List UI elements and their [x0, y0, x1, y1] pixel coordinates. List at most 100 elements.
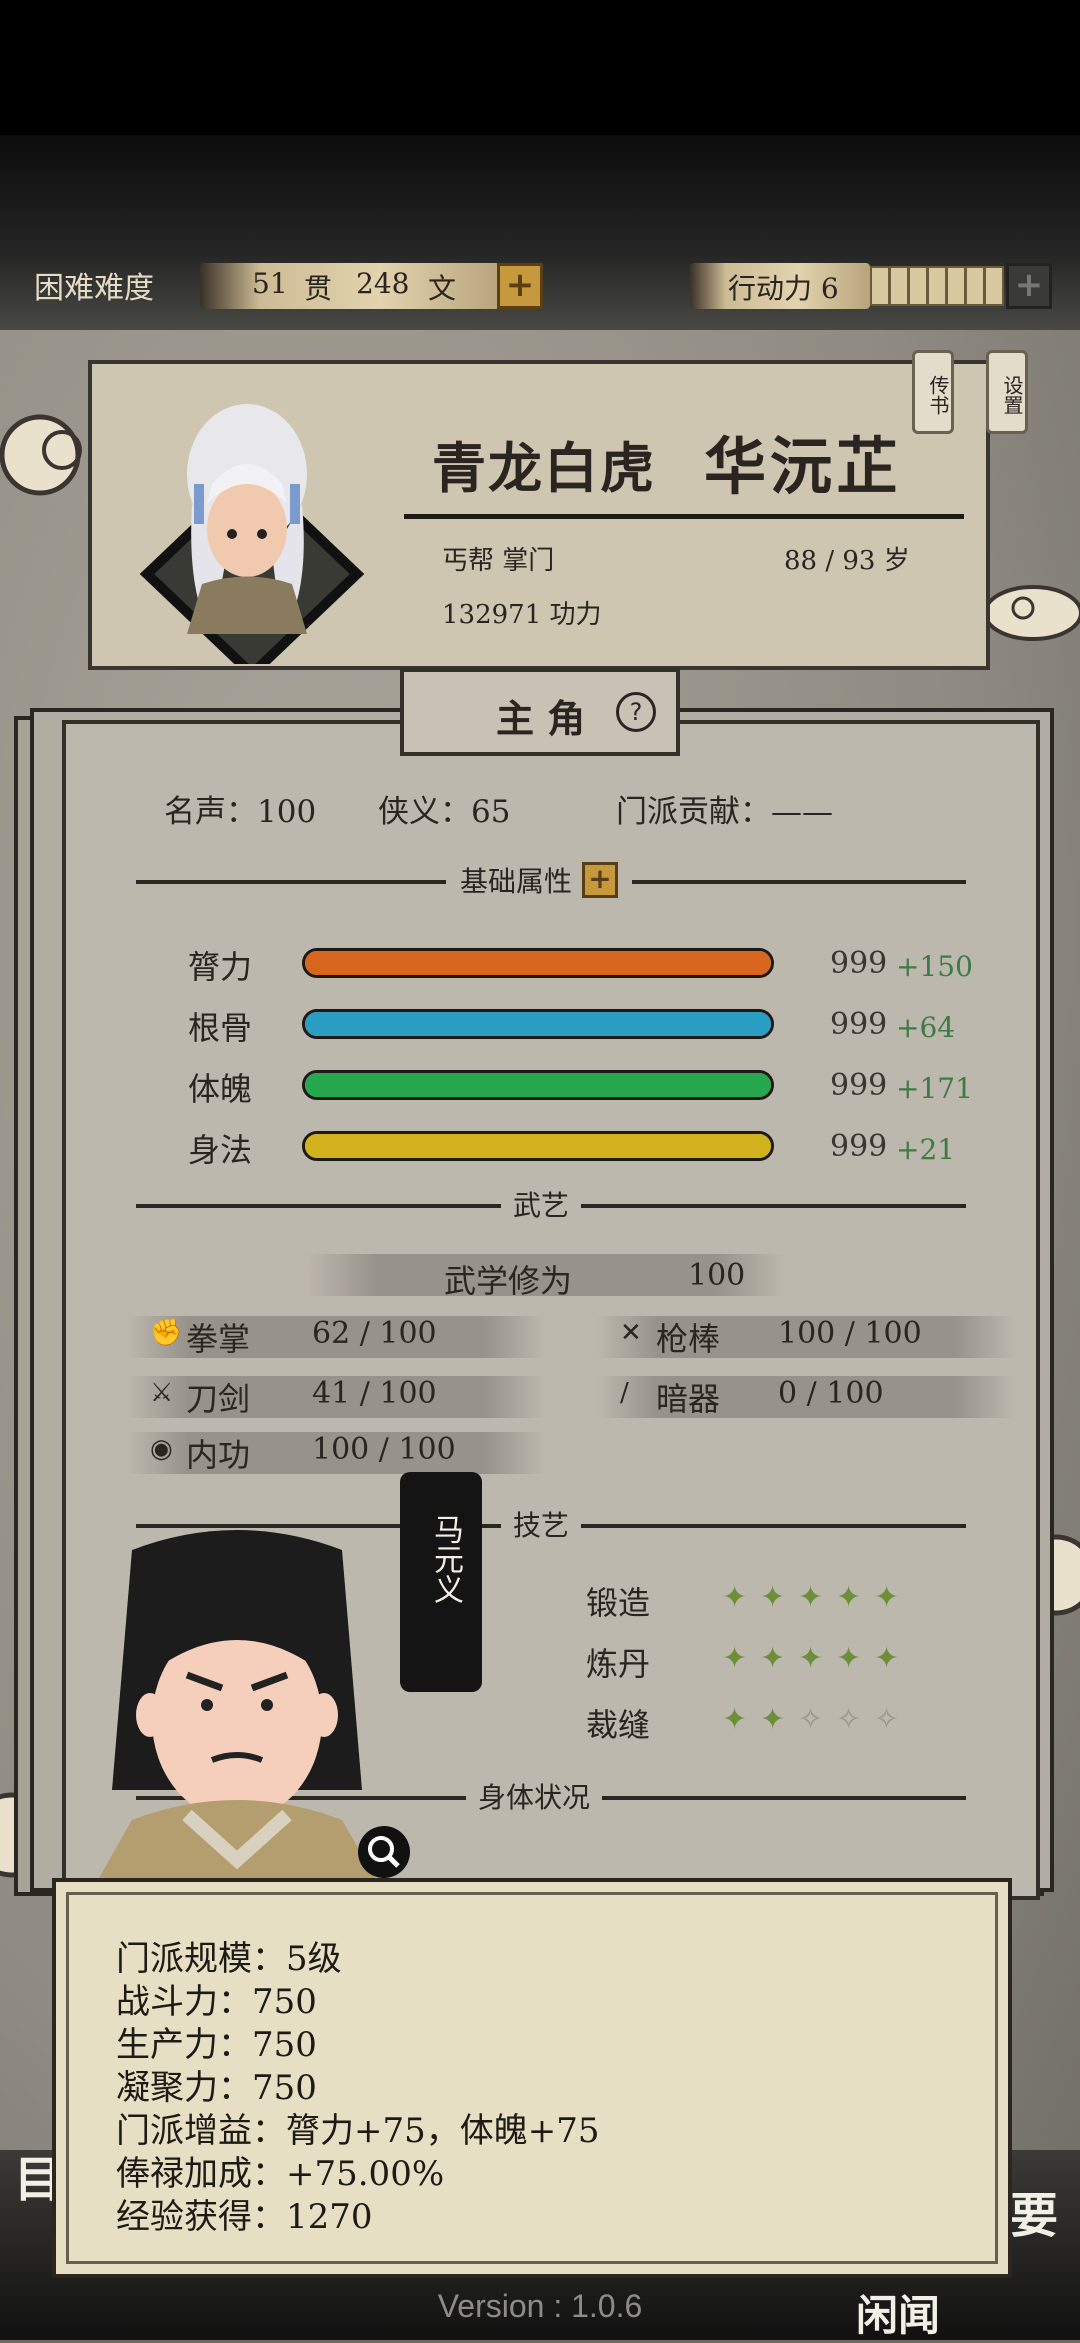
- martial-skill-value: 100 / 100: [778, 1316, 922, 1351]
- craft-label: 炼丹: [586, 1645, 651, 1683]
- sect-info-list: 门派规模：5级 战斗力：750 生产力：750 凝聚力：750 门派增益：膂力+…: [116, 1938, 600, 2239]
- attribute-bar-fill: [305, 1012, 771, 1036]
- action-point-segment: [965, 266, 985, 306]
- action-point-segment: [908, 266, 928, 306]
- crafts-title: 技艺: [501, 1504, 582, 1544]
- character-name: 华沅芷: [704, 430, 903, 503]
- attribute-label: 体魄: [188, 1070, 253, 1108]
- martial-skill-value: 0 / 100: [778, 1376, 884, 1411]
- npc-name-banner: 马元义: [400, 1472, 482, 1692]
- bottom-right-menu[interactable]: 要: [1010, 2176, 1058, 2246]
- attribute-bar: [302, 1131, 774, 1161]
- character-portrait[interactable]: [132, 384, 372, 664]
- craft-level-icon: ✧: [798, 1702, 824, 1737]
- attribute-value: 999: [830, 1007, 888, 1042]
- craft-level-icon: ✦: [836, 1641, 862, 1676]
- add-money-button[interactable]: +: [497, 263, 543, 309]
- martial-skill-row[interactable]: ✕ 枪棒 100 / 100: [596, 1314, 1016, 1360]
- chivalry-stat: 侠义：65: [378, 794, 511, 830]
- attribute-bonus: +21: [896, 1133, 956, 1166]
- martial-skill-row[interactable]: ∕ 暗器 0 / 100: [596, 1374, 1016, 1420]
- sect-role: 丐帮 掌门: [442, 546, 555, 576]
- sect-exp: 经验获得：1270: [116, 2197, 373, 2237]
- craft-level-icon: ✦: [798, 1580, 824, 1615]
- attribute-bonus: +150: [896, 950, 973, 983]
- cultivation-value: 100: [688, 1258, 746, 1293]
- add-action-points-button[interactable]: +: [1006, 263, 1052, 309]
- attribute-value: 999: [830, 946, 888, 981]
- craft-label: 裁缝: [586, 1706, 651, 1744]
- sect-combat: 战斗力：750: [116, 1982, 317, 2022]
- martial-skill-label: 枪棒: [656, 1320, 721, 1358]
- dart-icon: ∕: [620, 1378, 629, 1408]
- martial-skill-value: 100 / 100: [312, 1432, 456, 1467]
- attribute-label: 身法: [188, 1131, 253, 1169]
- craft-row[interactable]: 炼丹 ✦ ✦ ✦ ✦ ✦: [586, 1637, 966, 1687]
- action-point-segment: [870, 266, 890, 306]
- craft-level-icon: ✦: [722, 1641, 748, 1676]
- martial-skill-row[interactable]: ⚔ 刀剑 41 / 100: [126, 1374, 546, 1420]
- sect-salary: 俸禄加成：+75.00%: [116, 2154, 445, 2194]
- character-card: 青龙白虎 华沅芷 丐帮 掌门 88 / 93 岁 132971 功力: [88, 360, 990, 670]
- attribute-bonus: +64: [896, 1011, 956, 1044]
- version-label: Version : 1.0.6: [437, 2288, 643, 2324]
- sect-scale: 门派规模：5级: [116, 1939, 342, 1979]
- craft-level-icon: ✧: [836, 1702, 862, 1737]
- panel-tab[interactable]: 主 角 ?: [400, 668, 680, 756]
- title-divider: [404, 514, 964, 519]
- sect-cohesion: 凝聚力：750: [116, 2068, 317, 2108]
- attribute-bonus: +171: [896, 1072, 973, 1105]
- attribute-row: 体魄 999 +171: [66, 1064, 1036, 1114]
- spear-icon: ✕: [620, 1318, 642, 1348]
- craft-label: 锻造: [586, 1584, 651, 1622]
- craft-level-icon: ✦: [722, 1702, 748, 1737]
- difficulty-label: 困难难度: [34, 271, 154, 306]
- craft-level-icon: ✦: [760, 1641, 786, 1676]
- sect-bonus: 门派增益：膂力+75，体魄+75: [116, 2111, 600, 2151]
- martial-skill-label: 拳掌: [186, 1320, 251, 1358]
- help-icon[interactable]: ?: [616, 692, 656, 732]
- action-point-segment: [927, 266, 947, 306]
- martial-skill-row[interactable]: ✊ 拳掌 62 / 100: [126, 1314, 546, 1360]
- tab-chuanshu[interactable]: 传书: [912, 350, 954, 434]
- action-points-display: 行动力 6: [690, 263, 870, 309]
- money-wen-unit: 文: [428, 272, 457, 305]
- martial-skill-value: 62 / 100: [312, 1316, 437, 1351]
- attribute-row: 身法 999 +21: [66, 1125, 1036, 1175]
- cultivation-label: 武学修为: [444, 1262, 573, 1300]
- craft-level-icon: ✦: [836, 1580, 862, 1615]
- craft-level-icon: ✦: [874, 1641, 900, 1676]
- action-point-segment: [984, 266, 1004, 306]
- add-attribute-button[interactable]: +: [582, 862, 619, 898]
- martial-skill-row[interactable]: ◉ 内功 100 / 100: [126, 1430, 546, 1476]
- craft-level-icon: ✦: [874, 1580, 900, 1615]
- action-point-segment: [889, 266, 909, 306]
- craft-row[interactable]: 锻造 ✦ ✦ ✦ ✦ ✦: [586, 1576, 966, 1626]
- npc-name: 马元义: [428, 1514, 463, 1604]
- status-bar-area: [0, 0, 1080, 135]
- money-guan: 51: [252, 267, 288, 300]
- attribute-bar: [302, 1009, 774, 1039]
- action-points-bar: [870, 266, 1004, 306]
- fame-stat: 名声：100: [164, 794, 317, 830]
- craft-level-icon: ✦: [760, 1702, 786, 1737]
- sect-production: 生产力：750: [116, 2025, 317, 2065]
- craft-level-icon: ✦: [760, 1580, 786, 1615]
- magnify-button[interactable]: [358, 1826, 410, 1878]
- tab-settings[interactable]: 设置: [986, 350, 1028, 434]
- panel-tab-title: 主 角: [496, 696, 586, 741]
- attributes-title: 基础属性: [460, 860, 573, 900]
- npc-portrait[interactable]: [92, 1530, 382, 1890]
- craft-row[interactable]: 裁缝 ✦ ✦ ✧ ✧ ✧: [586, 1698, 966, 1748]
- sword-icon: ⚔: [150, 1378, 174, 1408]
- search-icon: [368, 1836, 400, 1868]
- martial-skill-label: 暗器: [656, 1380, 721, 1418]
- sect-info-popup: 门派规模：5级 战斗力：750 生产力：750 凝聚力：750 门派增益：膂力+…: [52, 1878, 1012, 2278]
- attribute-bar: [302, 1070, 774, 1100]
- character-age: 88 / 93 岁: [784, 546, 910, 576]
- money-wen: 248: [356, 267, 410, 300]
- character-power: 132971 功力: [442, 600, 602, 630]
- body-title: 身体状况: [466, 1776, 603, 1816]
- attribute-bar-fill: [305, 951, 771, 975]
- money-guan-unit: 贯: [304, 272, 333, 305]
